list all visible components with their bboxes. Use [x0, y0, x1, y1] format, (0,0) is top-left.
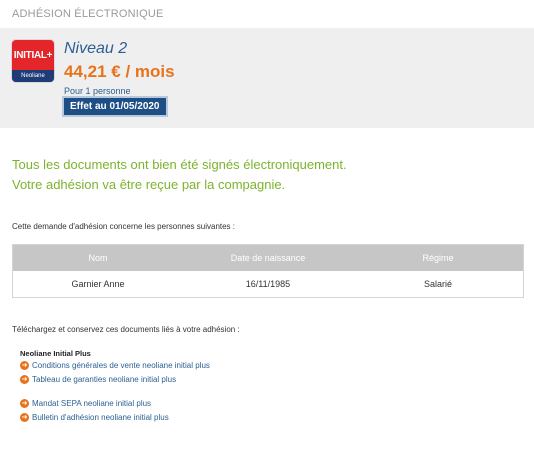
concern-text: Cette demande d'adhésion concerne les pe…	[12, 222, 236, 231]
product-logo: INITIAL+ Neoliane	[12, 40, 54, 82]
document-link-bulletin[interactable]: ➜ Bulletin d'adhésion neoliane initial p…	[20, 413, 169, 422]
header-date-naissance: Date de naissance	[230, 253, 306, 263]
persons-table: Nom Date de naissance Régime Garnier Ann…	[12, 244, 524, 298]
success-line-2: Votre adhésion va être reçue par la comp…	[12, 177, 286, 192]
header-nom: Nom	[88, 253, 108, 263]
document-link-cgv[interactable]: ➜ Conditions générales de vente neoliane…	[20, 361, 210, 370]
document-link-label: Bulletin d'adhésion neoliane initial plu…	[32, 413, 169, 422]
table-row: Garnier Anne 16/11/1985 Salarié	[13, 271, 523, 297]
documents-group-title: Neoliane Initial Plus	[20, 349, 91, 358]
document-link-sepa[interactable]: ➜ Mandat SEPA neoliane initial plus	[20, 399, 151, 408]
arrow-right-icon: ➜	[20, 399, 29, 408]
table-header: Nom Date de naissance Régime	[13, 245, 523, 271]
persons-count: Pour 1 personne	[64, 86, 131, 96]
success-message: Tous les documents ont bien été signés é…	[12, 155, 347, 195]
success-line-1: Tous les documents ont bien été signés é…	[12, 157, 347, 172]
price: 44,21 € / mois	[64, 62, 175, 81]
arrow-right-icon: ➜	[20, 375, 29, 384]
effective-date-badge: Effet au 01/05/2020	[64, 98, 166, 115]
plan-summary: INITIAL+ Neoliane Niveau 2 44,21 € / moi…	[0, 28, 534, 128]
section-title: ADHÉSION ÉLECTRONIQUE	[12, 8, 164, 20]
cell-nom: Garnier Anne	[71, 279, 125, 289]
document-link-garanties[interactable]: ➜ Tableau de garanties neoliane initial …	[20, 375, 176, 384]
document-link-label: Mandat SEPA neoliane initial plus	[32, 399, 152, 408]
download-instructions: Téléchargez et conservez ces documents l…	[12, 325, 240, 334]
document-link-label: Tableau de garanties neoliane initial pl…	[32, 375, 177, 384]
arrow-right-icon: ➜	[20, 361, 29, 370]
document-link-label: Conditions générales de vente neoliane i…	[32, 361, 210, 370]
header-regime: Régime	[422, 253, 454, 263]
arrow-right-icon: ➜	[20, 413, 29, 422]
logo-wordmark: INITIAL+	[13, 49, 53, 61]
cell-date-naissance: 16/11/1985	[245, 279, 291, 289]
plan-name: Niveau 2	[64, 40, 128, 57]
logo-brand: Neoliane	[12, 70, 54, 82]
cell-regime: Salarié	[423, 279, 452, 289]
